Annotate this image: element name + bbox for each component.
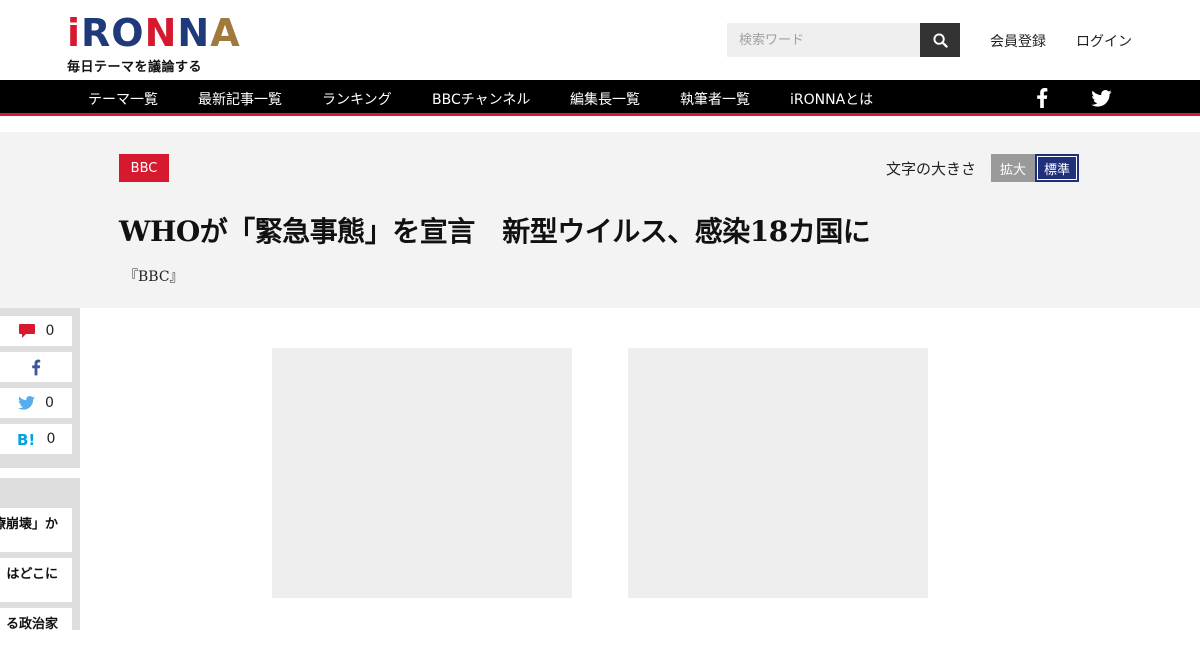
facebook-share-button[interactable] [0,352,72,382]
related-item[interactable]: 療崩壊」か [0,508,72,552]
logo-letter: N [177,11,211,55]
site-logo[interactable]: i R O N N A 毎日テーマを議論する [67,8,241,75]
logo-letter: R [81,11,112,55]
comment-count: 0 [45,323,55,339]
image-placeholder [628,348,928,598]
font-size-large-button[interactable]: 拡大 [991,154,1035,182]
twitter-share-button[interactable]: 0 [0,388,72,418]
logo-letter: i [67,11,82,55]
main-nav: テーマ一覧 最新記事一覧 ランキング BBCチャンネル 編集長一覧 執筆者一覧 … [0,80,1200,116]
register-link[interactable]: 会員登録 [990,31,1046,51]
nav-item-themes[interactable]: テーマ一覧 [88,89,158,109]
related-item[interactable]: はどこに [0,558,72,602]
hatena-count: 0 [46,431,56,447]
site-header: i R O N N A 毎日テーマを議論する 会員登録 ログイン [0,0,1200,80]
related-item[interactable]: る政治家 [0,608,72,652]
search-icon [932,32,948,48]
twitter-icon[interactable] [1091,90,1112,111]
facebook-icon[interactable] [1035,88,1049,112]
svg-text:B!: B! [17,432,35,446]
nav-item-latest[interactable]: 最新記事一覧 [198,89,282,109]
search-button[interactable] [920,23,960,57]
nav-item-writers[interactable]: 執筆者一覧 [680,89,750,109]
logo-wordmark: i R O N N A [67,8,241,55]
logo-letter: O [111,11,145,55]
nav-item-bbc[interactable]: BBCチャンネル [432,89,530,109]
nav-item-editors[interactable]: 編集長一覧 [570,89,640,109]
hatena-bookmark-icon: B! [17,432,35,446]
font-size-label: 文字の大きさ [886,160,977,178]
image-placeholder [272,348,572,598]
article-source: 『BBC』 [124,269,184,285]
facebook-icon [32,359,41,375]
article-title: WHOが「緊急事態」を宣言 新型ウイルス、感染18カ国に [119,215,871,248]
comment-button[interactable]: 0 [0,316,72,346]
related-item-text: る政治家 [5,617,58,632]
nav-item-about[interactable]: iRONNAとは [790,89,873,109]
logo-tagline: 毎日テーマを議論する [67,60,203,75]
category-badge[interactable]: BBC [119,154,169,182]
logo-letter: A [210,11,241,55]
font-size-standard-button[interactable]: 標準 [1035,154,1079,182]
twitter-icon [18,396,35,410]
search-input[interactable] [727,23,920,57]
article-header: BBC 文字の大きさ 拡大 標準 WHOが「緊急事態」を宣言 新型ウイルス、感染… [0,132,1200,308]
twitter-count: 0 [45,395,54,411]
related-rail: 療崩壊」か はどこに る政治家 [0,478,80,652]
related-item-text: 療崩壊」か [0,517,58,532]
nav-item-ranking[interactable]: ランキング [322,89,392,109]
related-item-text: はどこに [6,567,58,582]
login-link[interactable]: ログイン [1076,31,1132,51]
share-rail: 0 0 B! 0 [0,308,80,468]
hatena-share-button[interactable]: B! 0 [0,424,72,454]
comment-icon [18,324,35,338]
logo-letter: N [144,11,178,55]
